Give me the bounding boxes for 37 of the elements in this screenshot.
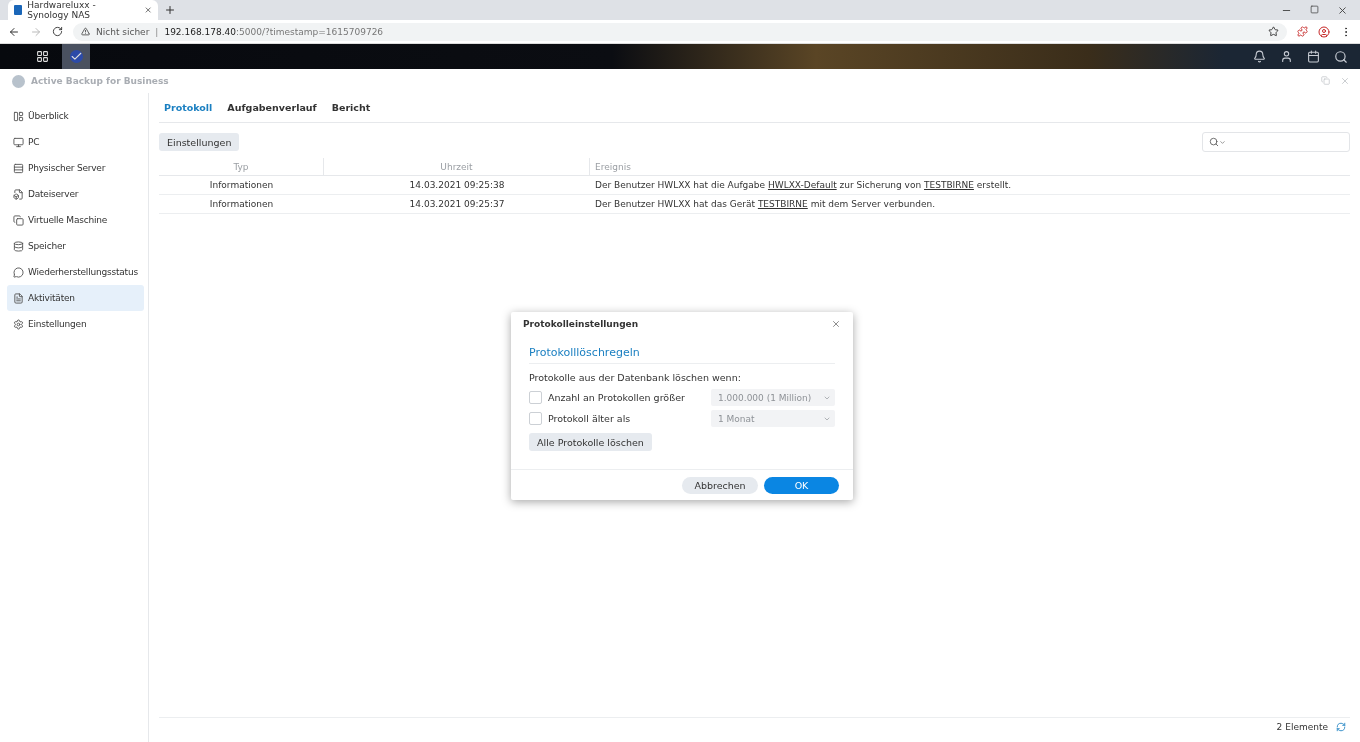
sidebar-item[interactable]: Überblick (7, 103, 144, 129)
dialog-title: Protokolleinstellungen (523, 319, 639, 329)
table-cell: 14.03.2021 09:25:38 (324, 176, 590, 195)
item-count: 2 Elemente (1276, 722, 1328, 732)
tab[interactable]: Bericht (331, 102, 371, 113)
intro-text: Protokolle aus der Datenbank löschen wenn: (529, 372, 742, 383)
table-cell: 14.03.2021 09:25:37 (324, 195, 590, 214)
table-cell: Informationen (159, 176, 324, 195)
clear-logs-button[interactable]: Alle Protokolle löschen (529, 433, 652, 451)
table-cell: Informationen (159, 195, 324, 214)
settings-button[interactable]: Einstellungen (159, 133, 240, 151)
device-link[interactable]: HWLXX-Default (767, 180, 837, 190)
checkbox-label: Anzahl an Protokollen größer (548, 392, 686, 403)
event-text: Der Benutzer HWLXX hat die Aufgabe HWLXX-Default zur Sicherung von TESTBIRNE erstellt. (595, 180, 1012, 190)
tab[interactable]: Aufgabenverlauf (227, 102, 317, 113)
sidebar-item[interactable]: PC (7, 129, 144, 155)
sidebar-item[interactable]: Physischer Server (7, 155, 144, 181)
checkbox-label: Protokoll älter als (548, 413, 632, 424)
section-title: Protokolllöschregeln (529, 342, 835, 364)
sidebar-item[interactable]: Aktivitäten (7, 285, 144, 311)
ok-button[interactable]: OK (764, 476, 839, 494)
sidebar-item[interactable]: Dateiserver (7, 181, 144, 207)
sidebar-item[interactable]: Virtuelle Maschine (7, 207, 144, 233)
url-text: 192.168.178.40:5000/?timestamp=1615709726 (164, 26, 384, 37)
security-label: Nicht sicher (96, 26, 150, 37)
cancel-button[interactable]: Abbrechen (682, 476, 758, 494)
app-title: Active Backup for Business (31, 76, 169, 86)
sidebar-item[interactable]: Einstellungen (7, 311, 144, 337)
separator: | (155, 26, 159, 37)
device-link[interactable]: TESTBIRNE (924, 180, 974, 190)
device-link[interactable]: TESTBIRNE (757, 199, 808, 209)
event-text: Der Benutzer HWLXX hat das Gerät TESTBIRNE mit dem Server verbunden. (595, 199, 936, 209)
browser-tab[interactable]: Hardwareluxx - Synology NAS (8, 0, 158, 20)
tab[interactable]: Protokoll (164, 102, 213, 113)
address-bar[interactable]: Nicht sicher | 192.168.178.40:5000/?timestamp=1615709726 (73, 22, 1287, 41)
sidebar-item[interactable]: Speicher (7, 233, 144, 259)
sidebar-item[interactable]: Wiederherstellungsstatus (7, 259, 144, 285)
